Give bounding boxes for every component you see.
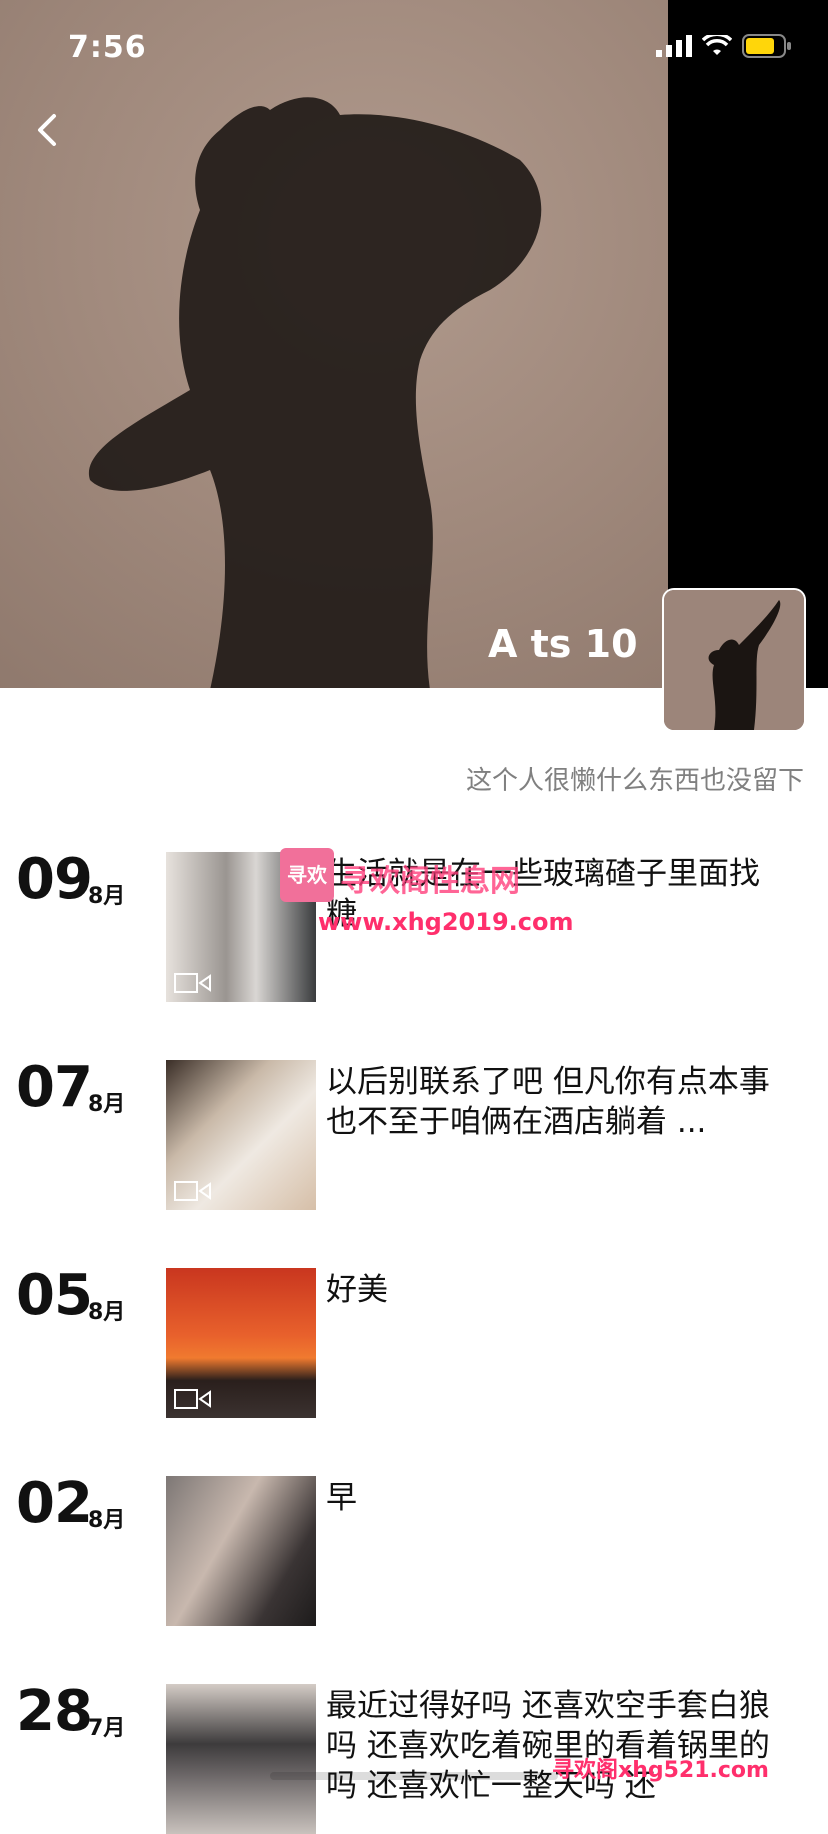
video-icon (174, 1181, 211, 1201)
post-month: 8月 (88, 1508, 126, 1533)
post-item[interactable]: 02 8月 早 (0, 1476, 828, 1626)
avatar[interactable] (664, 590, 804, 730)
watermark-bottom: 寻欢阁xhg521.com (552, 1758, 769, 1783)
post-thumbnail[interactable] (166, 1268, 316, 1418)
post-text: 好美 (326, 1272, 388, 1308)
post-text: 最近过得好吗 还喜欢空手套白狼吗 还喜欢吃着碗里的看着锅里的吗 还喜欢忙一整天吗… (326, 1688, 770, 1804)
watermark-site-url: www.xhg2019.com (318, 908, 574, 936)
cover-photo[interactable]: 7:56 A ts 10 (0, 0, 828, 688)
post-item[interactable]: 05 8月 好美 (0, 1268, 828, 1418)
chevron-left-icon (38, 114, 56, 146)
home-indicator[interactable] (270, 1772, 558, 1780)
wifi-icon (702, 35, 732, 55)
post-month: 7月 (88, 1716, 126, 1741)
post-thumbnail[interactable] (166, 1476, 316, 1626)
post-day: 05 (16, 1263, 93, 1328)
post-day: 28 (16, 1679, 93, 1744)
back-button[interactable] (28, 108, 72, 152)
post-thumbnail[interactable] (166, 1060, 316, 1210)
post-day: 02 (16, 1471, 93, 1536)
profile-username: A ts 10 (488, 622, 638, 666)
post-day: 07 (16, 1055, 93, 1120)
post-month: 8月 (88, 1300, 126, 1325)
post-day: 09 (16, 847, 93, 912)
post-month: 8月 (88, 1092, 126, 1117)
battery-icon (742, 34, 791, 58)
watermark-site-name: 寻欢阁性息网 (340, 864, 520, 899)
profile-bio: 这个人很懒什么东西也没留下 (465, 766, 804, 796)
video-icon (174, 1389, 211, 1409)
post-month: 8月 (88, 884, 126, 909)
post-thumbnail[interactable] (166, 1684, 316, 1834)
status-icons (656, 34, 792, 58)
post-item[interactable]: 07 8月 以后别联系了吧 但凡你有点本事也不至于咱俩在酒店躺着 ... (0, 1060, 828, 1210)
signal-icon (656, 35, 692, 57)
watermark: 寻欢 寻欢阁性息网 www.xhg2019.com (280, 848, 580, 942)
dark-curtain (668, 0, 828, 688)
video-icon (174, 973, 211, 993)
post-text: 早 (326, 1480, 357, 1516)
post-text: 以后别联系了吧 但凡你有点本事也不至于咱俩在酒店躺着 ... (326, 1064, 770, 1140)
watermark-logo: 寻欢 (280, 848, 334, 902)
status-time: 7:56 (68, 30, 147, 65)
avatar-image (664, 590, 804, 730)
